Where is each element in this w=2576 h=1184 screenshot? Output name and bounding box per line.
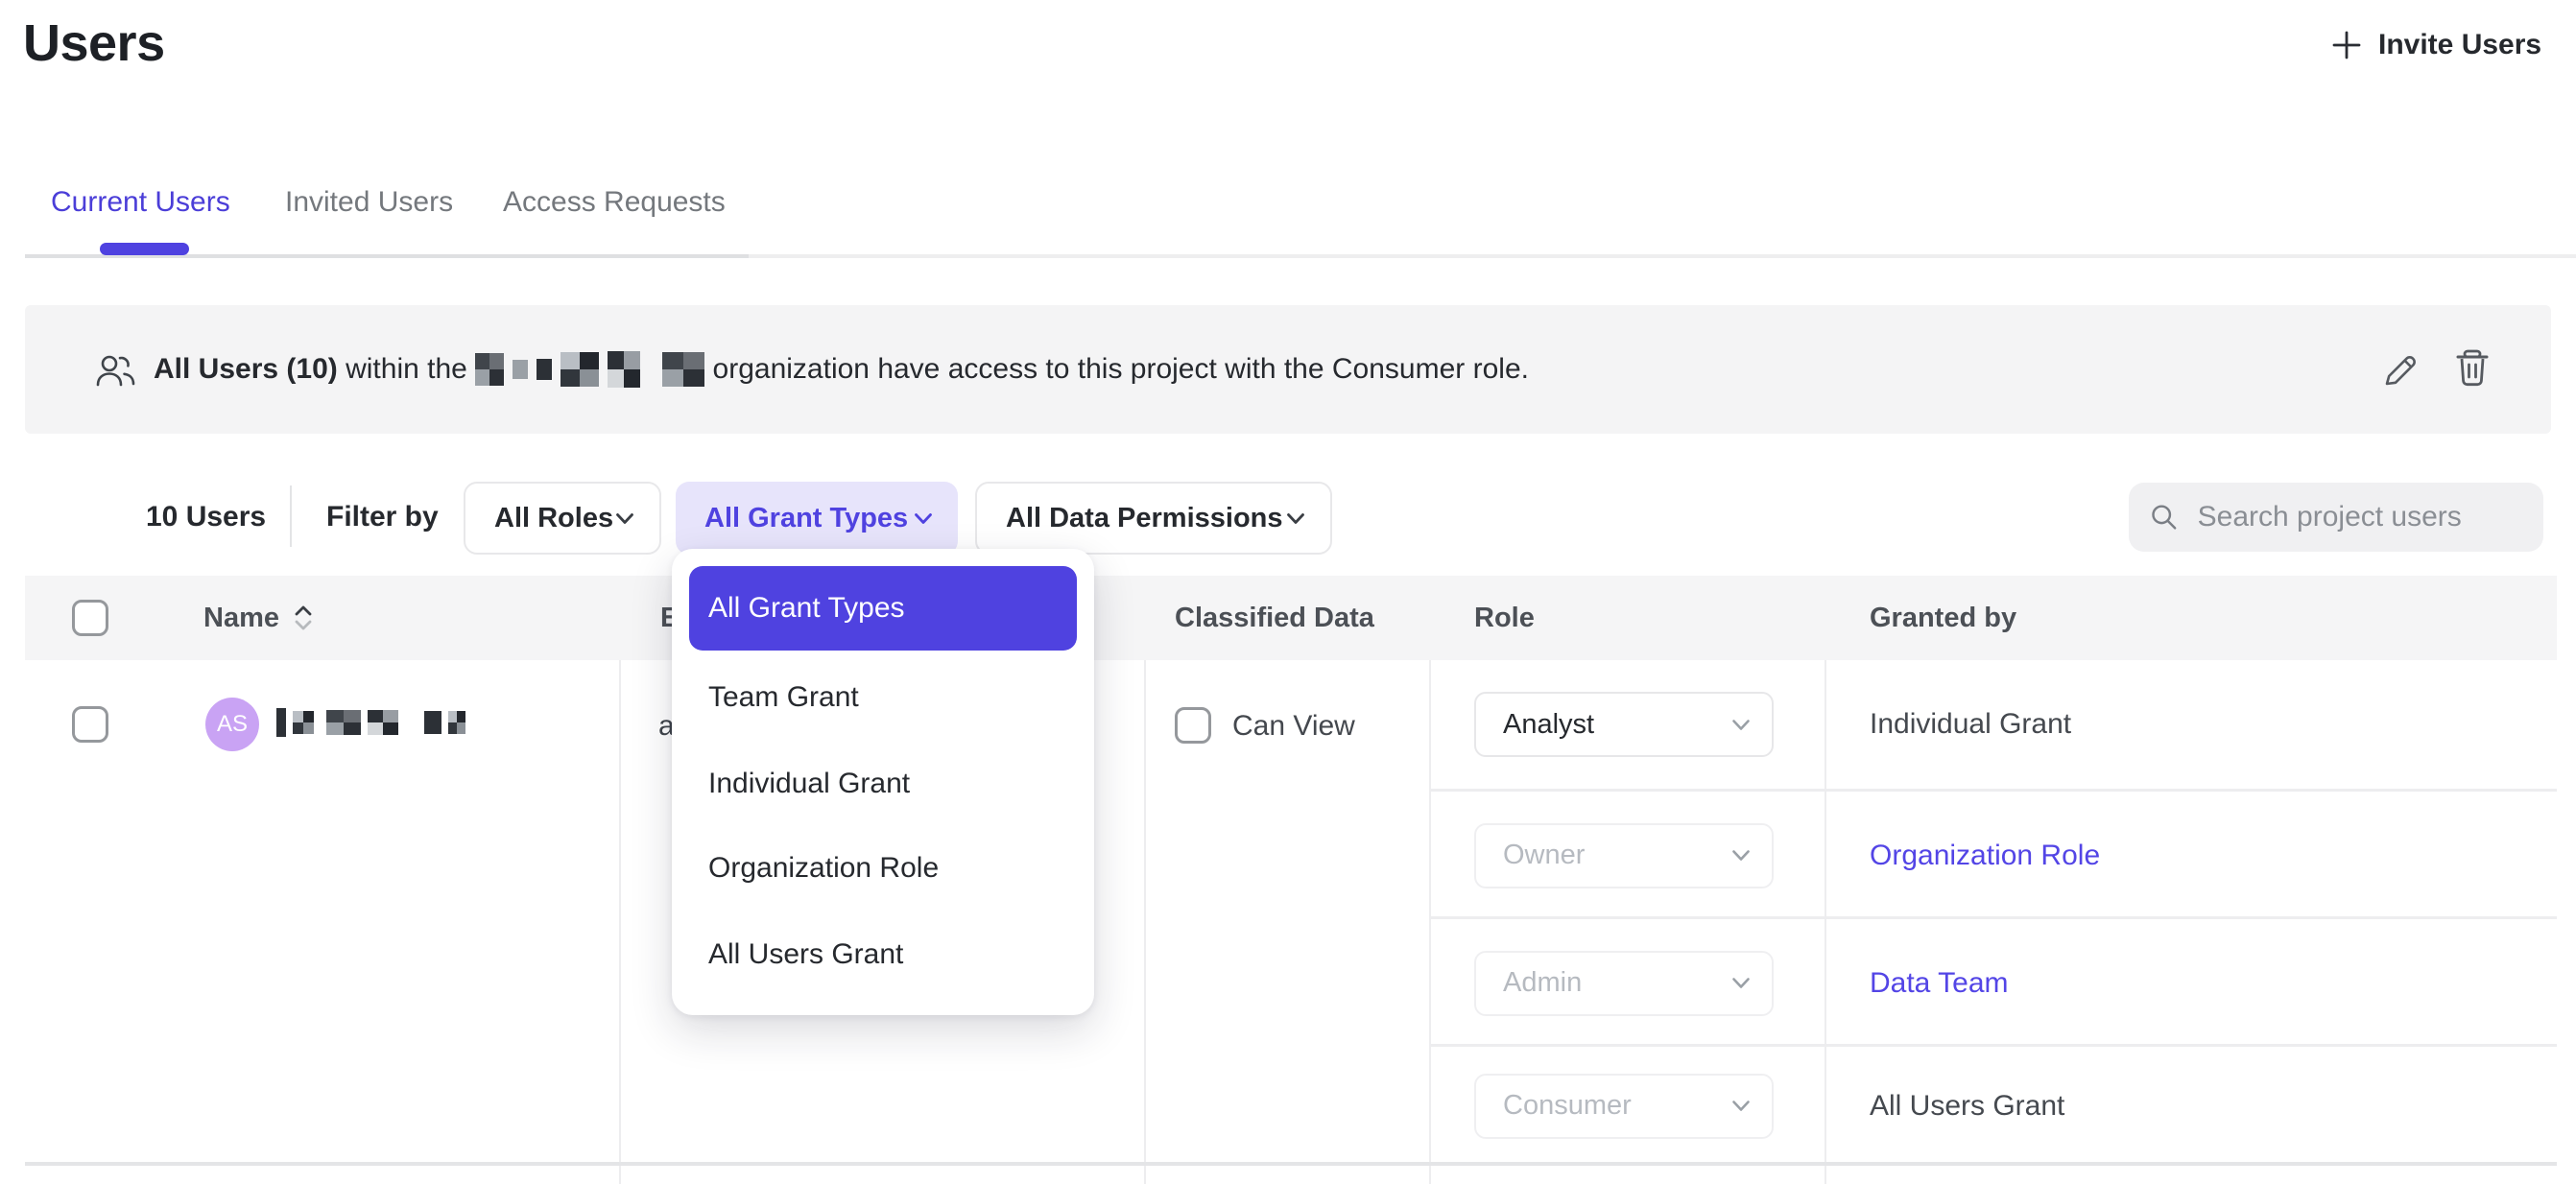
column-border xyxy=(1144,660,1146,1184)
redacted-user-name xyxy=(276,708,465,737)
column-header-classified-data: Classified Data xyxy=(1175,576,1374,660)
granted-by-text: All Users Grant xyxy=(1870,1090,2064,1123)
dropdown-item[interactable]: Individual Grant xyxy=(708,768,910,800)
role-select[interactable]: Analyst xyxy=(1474,692,1774,757)
grant-types-filter-dropdown[interactable]: All Grant Types xyxy=(676,482,958,555)
redacted-organization-name xyxy=(475,351,704,388)
roles-filter-value: All Roles xyxy=(494,503,613,534)
column-header-granted-by: Granted by xyxy=(1870,576,2016,660)
granted-by-link[interactable]: Organization Role xyxy=(1870,840,2100,872)
chevron-down-icon xyxy=(615,512,634,525)
role-select-value: Consumer xyxy=(1503,1090,1632,1122)
dropdown-item[interactable]: All Users Grant xyxy=(708,938,903,971)
column-border xyxy=(619,660,621,1184)
tab-invited-users[interactable]: Invited Users xyxy=(285,186,453,219)
active-tab-underline xyxy=(100,243,189,255)
search-input[interactable] xyxy=(2198,501,2522,533)
page-title: Users xyxy=(23,13,165,73)
dropdown-item[interactable]: Organization Role xyxy=(708,852,939,885)
invite-users-button[interactable]: Invite Users xyxy=(2330,29,2541,61)
banner-text: All Users (10) within the organization h… xyxy=(154,305,1529,434)
search-project-users xyxy=(2129,483,2543,552)
table-row-grant: Analyst Individual Grant xyxy=(1429,660,2557,789)
sort-icon[interactable] xyxy=(293,604,314,632)
tab-access-requests[interactable]: Access Requests xyxy=(503,186,726,219)
invite-users-label: Invite Users xyxy=(2378,29,2541,61)
table-row-grant: Owner Organization Role xyxy=(1429,789,2557,916)
banner-after-org: organization have access to this project… xyxy=(713,353,1529,386)
column-header-name[interactable]: Name xyxy=(203,576,314,660)
chevron-down-icon xyxy=(1731,849,1751,862)
role-select[interactable]: Admin xyxy=(1474,951,1774,1016)
dropdown-item-selected[interactable]: All Grant Types xyxy=(689,566,1077,651)
table-row-grant: Consumer All Users Grant xyxy=(1429,1044,2557,1162)
role-select-value: Admin xyxy=(1503,967,1582,999)
filter-by-label: Filter by xyxy=(326,501,439,533)
grant-types-dropdown-menu: All Grant Types Team Grant Individual Gra… xyxy=(672,549,1094,1015)
data-permissions-filter-value: All Data Permissions xyxy=(1006,503,1283,534)
users-page: Users Invite Users Current Users Invited… xyxy=(0,0,2576,1184)
delete-banner-button[interactable] xyxy=(2449,345,2495,391)
dropdown-item[interactable]: Team Grant xyxy=(708,681,859,714)
chevron-down-icon xyxy=(1731,977,1751,989)
row-border xyxy=(25,1162,2557,1166)
grant-types-filter-value: All Grant Types xyxy=(704,503,908,534)
avatar: AS xyxy=(205,698,259,751)
table-row-grant: Admin Data Team xyxy=(1429,916,2557,1044)
chevron-down-icon xyxy=(1286,512,1305,525)
role-select[interactable]: Owner xyxy=(1474,823,1774,888)
user-count: 10 Users xyxy=(146,501,266,533)
column-header-role: Role xyxy=(1474,576,1535,660)
tab-current-users[interactable]: Current Users xyxy=(51,186,230,219)
row-checkbox[interactable] xyxy=(72,706,108,743)
can-view-label: Can View xyxy=(1232,710,1355,743)
plus-icon xyxy=(2330,29,2363,61)
edit-banner-button[interactable] xyxy=(2376,347,2422,393)
people-icon xyxy=(94,353,138,390)
chevron-down-icon xyxy=(1731,1100,1751,1112)
pencil-icon xyxy=(2379,350,2420,391)
data-permissions-filter-dropdown[interactable]: All Data Permissions xyxy=(975,482,1332,555)
granted-by-link[interactable]: Data Team xyxy=(1870,967,2009,1000)
chevron-down-icon xyxy=(1731,719,1751,731)
banner-before-org: within the xyxy=(346,353,467,386)
roles-filter-dropdown[interactable]: All Roles xyxy=(464,482,661,555)
select-all-checkbox[interactable] xyxy=(72,600,108,636)
toolbar-divider xyxy=(290,485,292,547)
role-select-value: Owner xyxy=(1503,840,1585,871)
role-select[interactable]: Consumer xyxy=(1474,1074,1774,1139)
can-view-checkbox[interactable] xyxy=(1175,707,1211,744)
chevron-down-icon xyxy=(914,512,933,525)
role-select-value: Analyst xyxy=(1503,709,1594,741)
banner-highlight: All Users (10) xyxy=(154,353,338,386)
search-icon xyxy=(2150,501,2179,533)
trash-icon xyxy=(2451,346,2493,391)
granted-by-text: Individual Grant xyxy=(1870,708,2071,741)
